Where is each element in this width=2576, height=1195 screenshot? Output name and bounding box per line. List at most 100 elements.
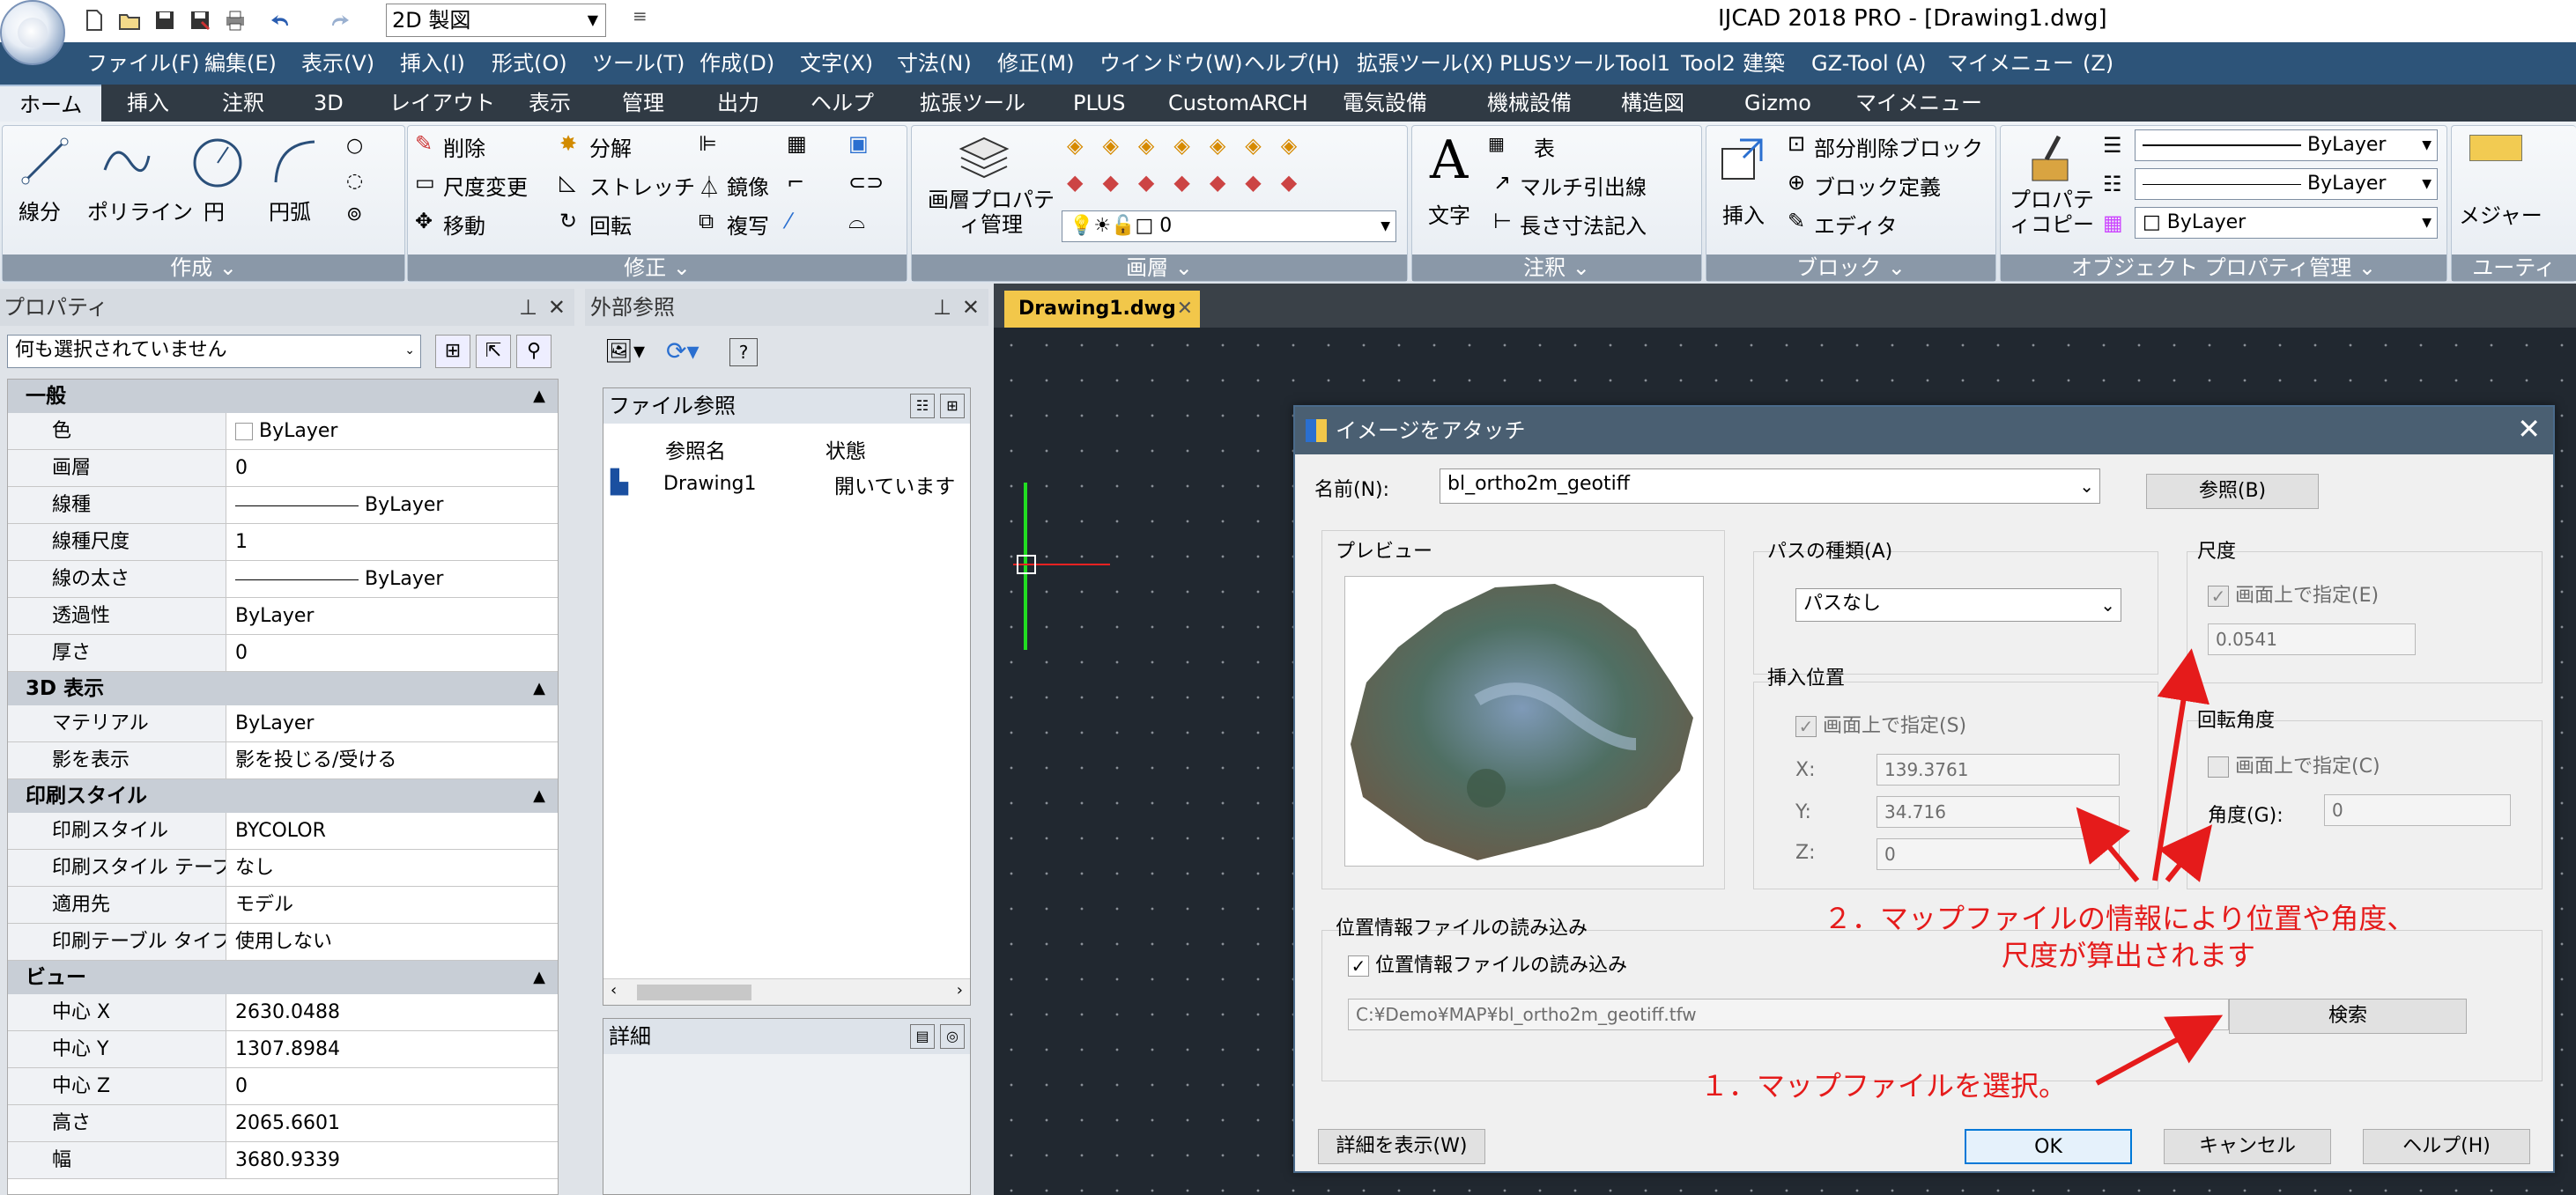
quick-select-icon[interactable]: ⚲ — [516, 335, 551, 368]
open-folder-icon[interactable] — [116, 7, 143, 33]
align-icon[interactable]: ⊫ — [699, 131, 717, 156]
copy-button[interactable]: 複写 — [727, 209, 769, 240]
mirror-button[interactable]: 鏡像 — [727, 170, 769, 201]
toggle-pickadd-icon[interactable]: ⊞ — [435, 335, 470, 368]
rotate-button[interactable]: 回転 — [589, 209, 632, 240]
close-icon[interactable]: ✕ — [548, 289, 566, 326]
panel-modify-title[interactable]: 修正 ⌄ — [408, 254, 907, 281]
z-field[interactable]: 0 — [1876, 838, 2120, 870]
geo-file-checkbox[interactable]: ✓ 位置情報ファイルの読み込み — [1348, 949, 1627, 977]
tab-customarch[interactable]: CustomARCH — [1168, 85, 1308, 122]
menu-my-menu[interactable]: マイメニュー — [1947, 42, 2074, 85]
prop-row[interactable]: 画層 0 — [8, 450, 558, 487]
prop-row[interactable]: 高さ 2065.6601 — [8, 1105, 558, 1142]
tab-output[interactable]: 出力 — [717, 85, 759, 122]
scroll-thumb[interactable] — [637, 985, 751, 1000]
quick-access-customize-icon[interactable]: ≡ — [633, 5, 648, 26]
category-plot-style[interactable]: 印刷スタイル ▲ — [8, 779, 558, 813]
close-icon[interactable]: ✕ — [962, 289, 980, 326]
color-combo[interactable]: ByLayer ▼ — [2135, 129, 2438, 161]
layer-properties-button[interactable]: 画層プロパティ管理 — [921, 188, 1062, 237]
prop-row[interactable]: 印刷スタイル BYCOLOR — [8, 813, 558, 850]
tree-view-icon[interactable]: ⊞ — [940, 394, 965, 418]
layer-combo[interactable]: 💡☀🔓□ 0 ▼ — [1062, 210, 1396, 242]
close-icon[interactable]: ✕ — [2517, 412, 2541, 446]
y-field[interactable]: 34.716 — [1876, 796, 2120, 828]
block-editor-button[interactable]: エディタ — [1814, 209, 1897, 240]
pin-icon[interactable]: ⊥ — [933, 289, 951, 326]
circle-tool-button[interactable]: 円 — [204, 195, 225, 225]
preview-view-icon[interactable]: ◎ — [940, 1024, 965, 1049]
tab-my-menu[interactable]: マイメニュー — [1855, 85, 1982, 122]
ellipse-tool-icon[interactable]: ○ — [346, 135, 363, 157]
xref-item-name[interactable]: Drawing1 — [663, 473, 756, 495]
refresh-icon[interactable]: ⟳▾ — [666, 336, 700, 365]
x-field[interactable]: 139.3761 — [1876, 754, 2120, 786]
prop-row[interactable]: 中心 Y 1307.8984 — [8, 1031, 558, 1068]
menu-extension[interactable]: 拡張ツール(X) — [1357, 42, 1493, 85]
scale-field[interactable]: 0.0541 — [2208, 623, 2416, 655]
panel-annotation-title[interactable]: 注釈 ⌄ — [1412, 254, 1701, 281]
app-logo-icon[interactable] — [0, 0, 65, 65]
menu-format[interactable]: 形式(O) — [492, 42, 567, 85]
menu-tools[interactable]: ツール(T) — [592, 42, 685, 85]
tab-layout[interactable]: レイアウト — [389, 85, 495, 122]
tab-structural[interactable]: 構造図 — [1621, 85, 1684, 122]
measure-button[interactable]: メジャー — [2459, 198, 2543, 229]
prop-row[interactable]: 中心 X 2630.0488 — [8, 994, 558, 1031]
prop-row[interactable]: 透過性 ByLayer — [8, 598, 558, 635]
prop-row[interactable]: 線の太さ ByLayer — [8, 561, 558, 598]
insert-block-button[interactable]: 挿入 — [1722, 198, 1765, 229]
scroll-right-icon[interactable]: › — [957, 981, 963, 1000]
scroll-left-icon[interactable]: ‹ — [611, 981, 617, 1000]
show-details-button[interactable]: 詳細を表示(W) — [1318, 1129, 1485, 1164]
polyline-tool-button[interactable]: ポリライン — [87, 195, 193, 225]
category-general[interactable]: 一般 ▲ — [8, 380, 558, 413]
ok-button[interactable]: OK — [1965, 1129, 2132, 1164]
erase-button[interactable]: 削除 — [443, 131, 485, 162]
redo-icon[interactable] — [326, 7, 352, 33]
prop-row[interactable]: 適用先 モデル — [8, 887, 558, 924]
panel-draw-title[interactable]: 作成 ⌄ — [3, 254, 404, 281]
tab-3d[interactable]: 3D — [314, 85, 344, 122]
menu-tool1[interactable]: Tool1 — [1616, 42, 1670, 85]
layer-tools-icon[interactable]: ◈◈◈◈◈◈◈ — [1067, 133, 1402, 158]
help-icon[interactable]: ? — [729, 338, 758, 366]
menu-window[interactable]: ウインドウ(W) — [1099, 42, 1242, 85]
extend-icon[interactable]: ⌓ — [848, 209, 865, 233]
tab-annotate[interactable]: 注釈 — [222, 85, 264, 122]
prop-row[interactable]: 線種尺度 1 — [8, 524, 558, 561]
tab-help[interactable]: ヘルプ — [811, 85, 874, 122]
menu-dimension[interactable]: 寸法(N) — [897, 42, 972, 85]
save-icon[interactable] — [152, 7, 178, 33]
tab-manage[interactable]: 管理 — [622, 85, 664, 122]
match-properties-button[interactable]: プロパティコピー — [2006, 188, 2098, 237]
block-define-button[interactable]: ブロック定義 — [1814, 170, 1941, 201]
column-reference-name[interactable]: 参照名 — [665, 434, 726, 464]
scale-button[interactable]: 尺度変更 — [443, 170, 528, 201]
join-icon[interactable]: ⊂⊃ — [848, 170, 884, 195]
tab-insert[interactable]: 挿入 — [127, 85, 169, 122]
tab-plus[interactable]: PLUS — [1073, 85, 1125, 122]
column-status[interactable]: 状態 — [825, 434, 866, 464]
tab-electrical[interactable]: 電気設備 — [1343, 85, 1427, 122]
attach-image-icon[interactable]: 🖼▾ — [604, 338, 645, 365]
menu-tool2[interactable]: Tool2 — [1681, 42, 1736, 85]
details-view-icon[interactable]: ▤ — [910, 1024, 935, 1049]
prop-row[interactable]: 印刷スタイル テーブルなし — [8, 850, 558, 887]
category-3d-visualization[interactable]: 3D 表示 ▲ — [8, 672, 558, 705]
trim-icon[interactable]: ⁄ — [787, 209, 790, 233]
rotation-onscreen-checkbox[interactable]: 画面上で指定(C) — [2208, 750, 2380, 778]
text-tool-button[interactable]: 文字 — [1428, 198, 1470, 229]
panel-block-title[interactable]: ブロック ⌄ — [1706, 254, 1995, 281]
prop-row[interactable]: 線種 ByLayer — [8, 487, 558, 524]
arc-tool-button[interactable]: 円弧 — [269, 195, 311, 225]
array-icon[interactable]: ▦ — [787, 131, 807, 156]
insertion-onscreen-checkbox[interactable]: ✓ 画面上で指定(S) — [1795, 710, 1966, 738]
lineweight-combo[interactable]: □ ByLayer ▼ — [2135, 207, 2438, 239]
undo-icon[interactable] — [268, 7, 294, 33]
scale-onscreen-checkbox[interactable]: ✓ 画面上で指定(E) — [2208, 579, 2379, 608]
category-view[interactable]: ビュー ▲ — [8, 961, 558, 994]
explode-button[interactable]: 分解 — [589, 131, 632, 162]
prop-row[interactable]: マテリアル ByLayer — [8, 705, 558, 742]
